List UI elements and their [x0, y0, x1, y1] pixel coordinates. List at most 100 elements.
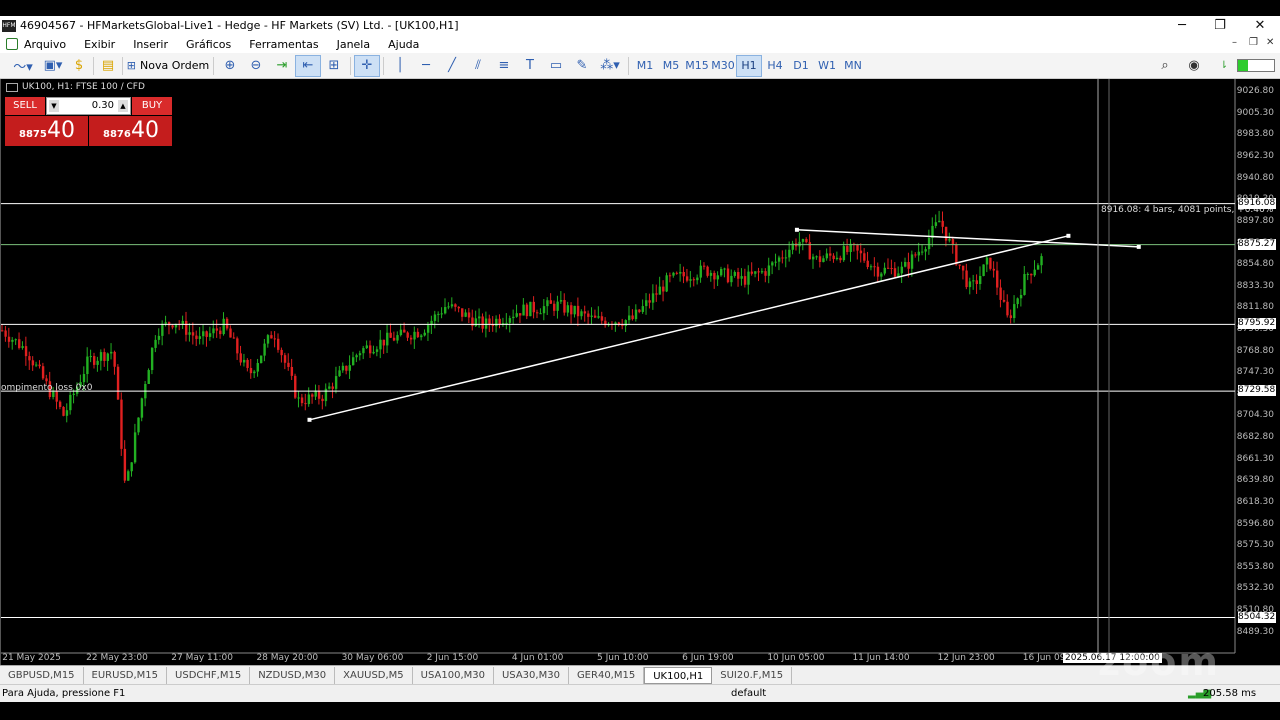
buy-button[interactable]: BUY: [132, 97, 172, 115]
chart-tab[interactable]: USA30,M30: [494, 666, 569, 684]
timeframe-m1[interactable]: M1: [632, 55, 658, 77]
chart-tab[interactable]: UK100,H1: [644, 666, 713, 684]
candle-body: [161, 323, 164, 336]
new-order-button[interactable]: ⊞ Nova Ordem: [126, 55, 210, 77]
rectangle-icon[interactable]: ▭: [543, 55, 569, 77]
vertical-line-icon[interactable]: │: [387, 55, 413, 77]
profile-name[interactable]: default: [731, 688, 766, 699]
candle-body: [505, 322, 508, 324]
timeframe-m15[interactable]: M15: [684, 55, 710, 77]
search-icon[interactable]: ⌕: [1155, 55, 1175, 77]
candle-body: [239, 353, 242, 363]
account-icon[interactable]: ◉: [1184, 55, 1204, 77]
chart-tab[interactable]: GBPUSD,M15: [0, 666, 84, 684]
timeframe-h1[interactable]: H1: [736, 54, 762, 77]
crosshair-icon[interactable]: ✛: [354, 54, 380, 77]
chart-tab[interactable]: USDCHF,M15: [167, 666, 251, 684]
grid-icon[interactable]: ⊞: [321, 55, 347, 77]
menu-ajuda[interactable]: Ajuda: [388, 38, 419, 51]
lot-size-input[interactable]: ▼ 0.30 ▲: [46, 97, 131, 115]
candle-body: [996, 270, 999, 288]
toolbar-separator: [628, 56, 629, 75]
child-minimize-button[interactable]: –: [1232, 37, 1237, 48]
chart-tab[interactable]: NZDUSD,M30: [250, 666, 336, 684]
bid-price-box[interactable]: 8875 40: [5, 116, 88, 146]
candle-body: [389, 332, 392, 338]
briefcase-icon[interactable]: ▤: [97, 55, 119, 77]
candle-body: [171, 325, 174, 328]
channel-icon[interactable]: ⫽: [465, 55, 491, 77]
signal-icon[interactable]: ⇂: [1214, 55, 1234, 77]
app-root: HFM 46904567 - HFMarketsGlobal-Live1 - H…: [0, 0, 1280, 720]
candle-body: [549, 300, 553, 304]
chart-shift-icon[interactable]: ⇤: [295, 54, 321, 77]
child-restore-button[interactable]: ❐: [1249, 37, 1258, 48]
chart-area[interactable]: UK100, H1: FTSE 100 / CFD SELL ▼ 0.30 ▲ …: [0, 79, 1280, 665]
minimize-button[interactable]: ─: [1162, 16, 1202, 35]
menu-ferramentas[interactable]: Ferramentas: [249, 38, 318, 51]
sell-button[interactable]: SELL: [5, 97, 45, 115]
child-close-button[interactable]: ✕: [1266, 37, 1274, 48]
trendline-icon[interactable]: ╱: [439, 55, 465, 77]
menu-inserir[interactable]: Inserir: [133, 38, 168, 51]
chart-tab[interactable]: EURUSD,M15: [84, 666, 168, 684]
lot-down-icon[interactable]: ▼: [49, 100, 59, 112]
price-tick: 8833.30: [1236, 280, 1274, 291]
candle-body: [195, 335, 198, 339]
menu-exibir[interactable]: Exibir: [84, 38, 115, 51]
fibonacci-icon[interactable]: ≡: [491, 55, 517, 77]
timeframe-mn[interactable]: MN: [840, 55, 866, 77]
zoom-out-icon[interactable]: ⊖: [243, 55, 269, 77]
chart-tab[interactable]: XAUUSD,M5: [335, 666, 413, 684]
line-chart-icon[interactable]: 〜▾: [8, 55, 38, 77]
timeframe-h4[interactable]: H4: [762, 55, 788, 77]
text-icon[interactable]: T: [517, 55, 543, 77]
level-price-label: 8916.08: [1238, 197, 1276, 209]
candle-body: [423, 332, 426, 336]
chart-template-icon[interactable]: ▣▾: [38, 55, 68, 77]
menu-graficos[interactable]: Gráficos: [186, 38, 231, 51]
close-button[interactable]: ✕: [1240, 16, 1280, 35]
toolbar-separator: [383, 56, 384, 75]
chart-window-icon: [6, 38, 18, 50]
marketplace-icon[interactable]: $: [68, 55, 90, 77]
lot-up-icon[interactable]: ▲: [118, 100, 128, 112]
candle-body: [641, 306, 645, 312]
menu-arquivo[interactable]: Arquivo: [24, 38, 66, 51]
help-text: Para Ajuda, pressione F1: [2, 688, 126, 699]
candle-body: [1040, 256, 1043, 266]
shapes-icon[interactable]: ⁂▾: [595, 55, 625, 77]
timeframe-m30[interactable]: M30: [710, 55, 736, 77]
timeframe-d1[interactable]: D1: [788, 55, 814, 77]
candle-body: [369, 345, 372, 354]
candle-body: [863, 253, 866, 261]
timeframe-w1[interactable]: W1: [814, 55, 840, 77]
time-tick: 10 Jun 05:00: [767, 653, 825, 663]
autoscroll-icon[interactable]: ⇥: [269, 55, 295, 77]
candle-body: [365, 345, 369, 349]
chart-tab[interactable]: USA100,M30: [413, 666, 494, 684]
candle-body: [866, 260, 869, 267]
price-tick: 8704.30: [1236, 410, 1274, 421]
price-chart[interactable]: [1, 79, 1280, 665]
chart-tab[interactable]: GER40,M15: [569, 666, 645, 684]
chart-menu-icon[interactable]: [6, 82, 18, 92]
horizontal-line-icon[interactable]: ─: [413, 55, 439, 77]
ask-price-box[interactable]: 8876 40: [89, 116, 172, 146]
window-title: 46904567 - HFMarketsGlobal-Live1 - Hedge…: [20, 19, 459, 32]
candle-body: [212, 328, 215, 334]
candle-body: [55, 391, 58, 402]
candle-body: [914, 254, 917, 256]
restore-button[interactable]: ❐: [1200, 16, 1240, 35]
candle-body: [709, 272, 713, 276]
trendline-anchor: [1136, 244, 1141, 249]
zoom-in-icon[interactable]: ⊕: [217, 55, 243, 77]
chart-tab[interactable]: SUI20.F,M15: [712, 666, 793, 684]
candle-body: [597, 316, 600, 318]
menu-janela[interactable]: Janela: [337, 38, 371, 51]
candle-body: [396, 335, 399, 341]
pen-icon[interactable]: ✎: [569, 55, 595, 77]
timeframe-m5[interactable]: M5: [658, 55, 684, 77]
price-axis[interactable]: 9026.809005.308983.808962.308940.808919.…: [1234, 79, 1280, 665]
candle-body: [406, 332, 409, 338]
